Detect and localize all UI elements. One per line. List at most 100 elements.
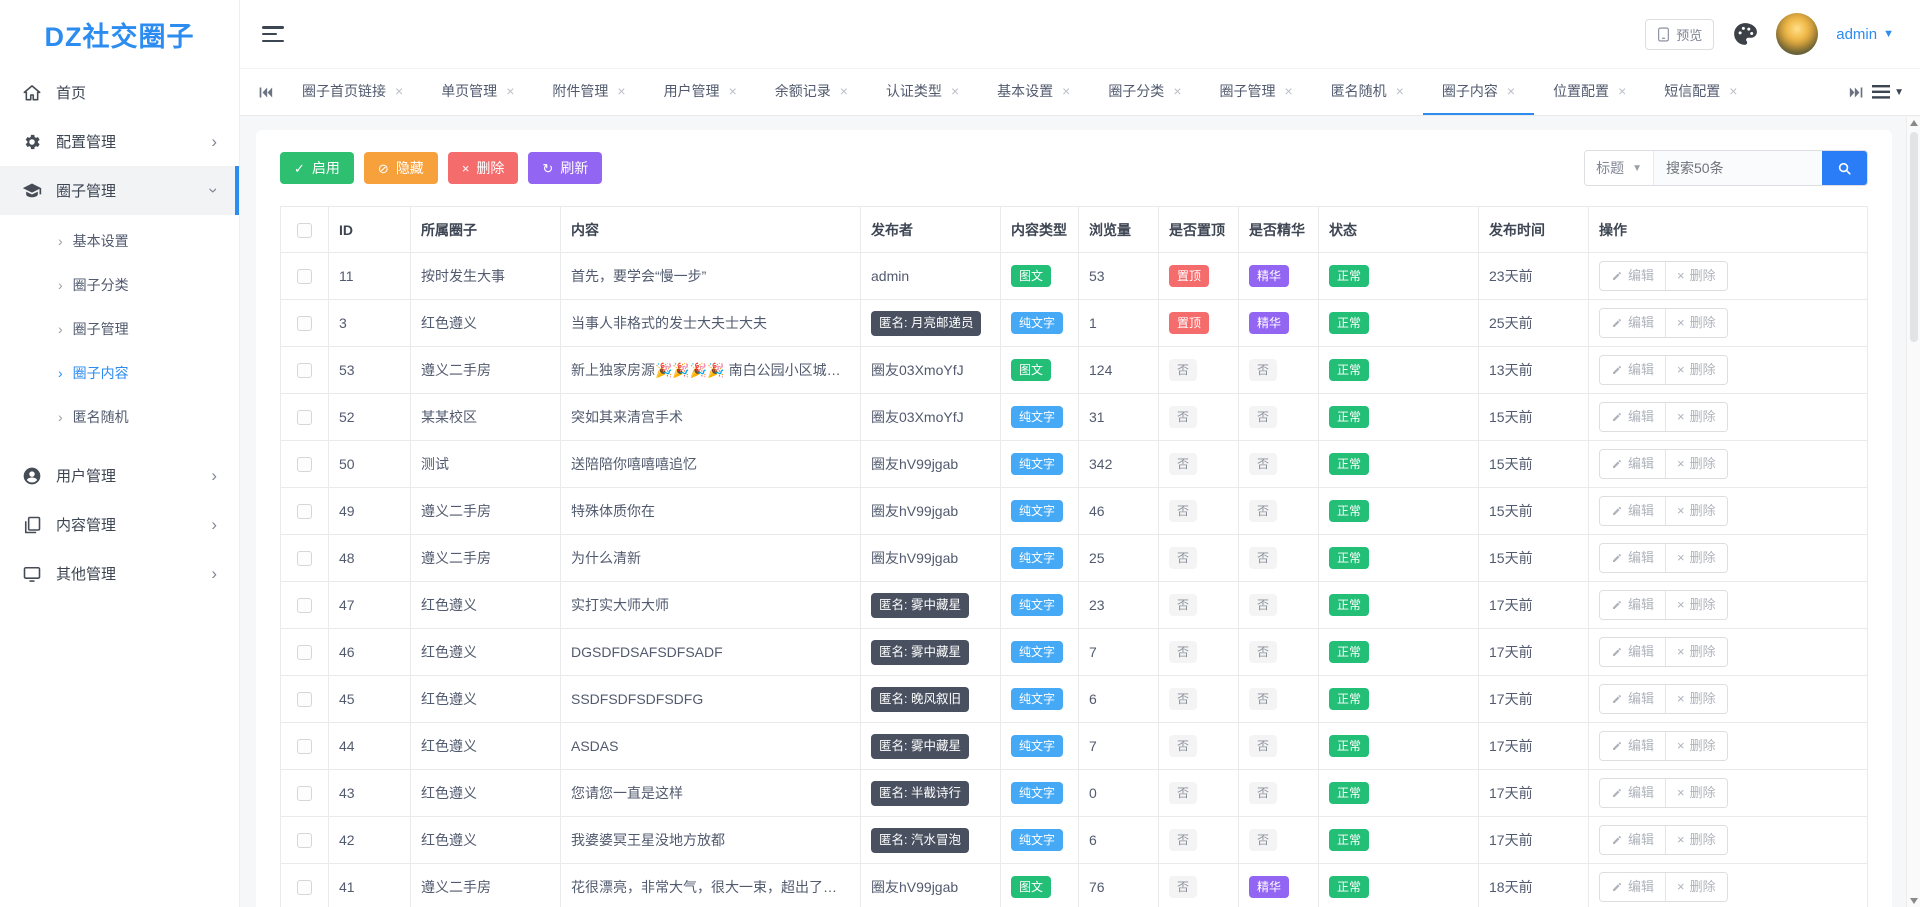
edit-button[interactable]: 编辑: [1600, 779, 1665, 807]
tab-2[interactable]: 单页管理 ×: [422, 69, 533, 115]
close-icon[interactable]: ×: [1396, 84, 1404, 98]
row-checkbox[interactable]: [297, 645, 312, 660]
close-icon[interactable]: ×: [729, 84, 737, 98]
tab-11[interactable]: 圈子内容 ×: [1423, 69, 1534, 115]
sidebar-subitem[interactable]: › 圈子分类: [0, 263, 239, 307]
tab-1[interactable]: 圈子首页链接 ×: [283, 69, 422, 115]
close-icon[interactable]: ×: [840, 84, 848, 98]
scroll-up-icon[interactable]: [1910, 120, 1918, 126]
delete-button[interactable]: ×删除: [1665, 544, 1727, 572]
sidebar-item[interactable]: 配置管理 ›: [0, 117, 239, 166]
delete-button[interactable]: ×删除: [1665, 638, 1727, 666]
avatar[interactable]: [1776, 13, 1818, 55]
sidebar-item[interactable]: 其他管理 ›: [0, 549, 239, 598]
tab-12[interactable]: 位置配置 ×: [1534, 69, 1645, 115]
sidebar-subitem[interactable]: › 圈子内容: [0, 351, 239, 395]
theme-palette-icon[interactable]: [1732, 21, 1758, 47]
row-checkbox[interactable]: [297, 551, 312, 566]
delete-button[interactable]: ×删除: [1665, 497, 1727, 525]
edit-button[interactable]: 编辑: [1600, 544, 1665, 572]
scroll-down-icon[interactable]: [1910, 898, 1918, 904]
delete-button[interactable]: × 删除: [448, 152, 519, 184]
enable-button[interactable]: ✓ 启用: [280, 152, 354, 184]
tab-3[interactable]: 附件管理 ×: [533, 69, 644, 115]
cell-publisher: 匿名: 汽水冒泡: [861, 817, 1001, 864]
user-menu[interactable]: admin ▼: [1836, 26, 1894, 43]
delete-button[interactable]: ×删除: [1665, 262, 1727, 290]
edit-button[interactable]: 编辑: [1600, 356, 1665, 384]
row-checkbox[interactable]: [297, 316, 312, 331]
sidebar-subitem[interactable]: › 圈子管理: [0, 307, 239, 351]
close-icon[interactable]: ×: [506, 84, 514, 98]
delete-button[interactable]: ×删除: [1665, 403, 1727, 431]
row-checkbox[interactable]: [297, 833, 312, 848]
delete-button[interactable]: ×删除: [1665, 309, 1727, 337]
hide-button[interactable]: ⊘ 隐藏: [364, 152, 438, 184]
delete-button[interactable]: ×删除: [1665, 685, 1727, 713]
scroll-tabs-left-icon[interactable]: [258, 69, 273, 115]
tab-list-menu-icon[interactable]: ▼: [1872, 69, 1904, 115]
edit-button[interactable]: 编辑: [1600, 685, 1665, 713]
edit-button[interactable]: 编辑: [1600, 638, 1665, 666]
delete-button[interactable]: ×删除: [1665, 450, 1727, 478]
edit-button[interactable]: 编辑: [1600, 591, 1665, 619]
row-checkbox[interactable]: [297, 410, 312, 425]
row-checkbox[interactable]: [297, 504, 312, 519]
search-field-select[interactable]: 标题 ▼: [1585, 151, 1654, 185]
edit-button[interactable]: 编辑: [1600, 826, 1665, 854]
preview-button[interactable]: 预览: [1645, 19, 1714, 50]
close-icon[interactable]: ×: [1173, 84, 1181, 98]
delete-button[interactable]: ×删除: [1665, 356, 1727, 384]
row-checkbox[interactable]: [297, 457, 312, 472]
search-input[interactable]: [1654, 151, 1822, 185]
sidebar-item[interactable]: 首页: [0, 68, 239, 117]
edit-button[interactable]: 编辑: [1600, 309, 1665, 337]
row-checkbox[interactable]: [297, 692, 312, 707]
sidebar-subitem[interactable]: › 基本设置: [0, 219, 239, 263]
select-all-checkbox[interactable]: [297, 223, 312, 238]
delete-button[interactable]: ×删除: [1665, 873, 1727, 901]
row-checkbox[interactable]: [297, 739, 312, 754]
scroll-tabs-right-icon[interactable]: [1849, 69, 1864, 115]
edit-button[interactable]: 编辑: [1600, 403, 1665, 431]
row-checkbox[interactable]: [297, 269, 312, 284]
close-icon[interactable]: ×: [951, 84, 959, 98]
close-icon[interactable]: ×: [395, 84, 403, 98]
delete-button[interactable]: ×删除: [1665, 826, 1727, 854]
delete-button[interactable]: ×删除: [1665, 591, 1727, 619]
row-checkbox[interactable]: [297, 598, 312, 613]
edit-button[interactable]: 编辑: [1600, 450, 1665, 478]
edit-button[interactable]: 编辑: [1600, 262, 1665, 290]
search-button[interactable]: [1822, 151, 1867, 185]
close-icon[interactable]: ×: [1062, 84, 1070, 98]
delete-button[interactable]: ×删除: [1665, 732, 1727, 760]
refresh-button[interactable]: ↻ 刷新: [528, 152, 602, 184]
sidebar-item[interactable]: 内容管理 ›: [0, 500, 239, 549]
tab-10[interactable]: 匿名随机 ×: [1312, 69, 1423, 115]
sidebar-subitem[interactable]: › 匿名随机: [0, 395, 239, 439]
row-checkbox[interactable]: [297, 880, 312, 895]
tab-5[interactable]: 余额记录 ×: [756, 69, 867, 115]
scrollbar-thumb[interactable]: [1910, 132, 1918, 342]
edit-button[interactable]: 编辑: [1600, 873, 1665, 901]
edit-button[interactable]: 编辑: [1600, 497, 1665, 525]
close-icon[interactable]: ×: [1729, 84, 1737, 98]
sidebar-item[interactable]: 用户管理 ›: [0, 451, 239, 500]
sidebar-item[interactable]: 圈子管理 ›: [0, 166, 239, 215]
tab-8[interactable]: 圈子分类 ×: [1089, 69, 1200, 115]
tab-4[interactable]: 用户管理 ×: [645, 69, 756, 115]
tab-13[interactable]: 短信配置 ×: [1645, 69, 1756, 115]
row-checkbox[interactable]: [297, 786, 312, 801]
collapse-menu-icon[interactable]: [262, 26, 284, 42]
edit-button[interactable]: 编辑: [1600, 732, 1665, 760]
tab-6[interactable]: 认证类型 ×: [867, 69, 978, 115]
close-icon[interactable]: ×: [1618, 84, 1626, 98]
tab-7[interactable]: 基本设置 ×: [978, 69, 1089, 115]
close-icon[interactable]: ×: [1285, 84, 1293, 98]
row-checkbox[interactable]: [297, 363, 312, 378]
vertical-scrollbar[interactable]: [1906, 117, 1920, 907]
tab-9[interactable]: 圈子管理 ×: [1201, 69, 1312, 115]
close-icon[interactable]: ×: [617, 84, 625, 98]
close-icon[interactable]: ×: [1507, 84, 1515, 98]
delete-button[interactable]: ×删除: [1665, 779, 1727, 807]
